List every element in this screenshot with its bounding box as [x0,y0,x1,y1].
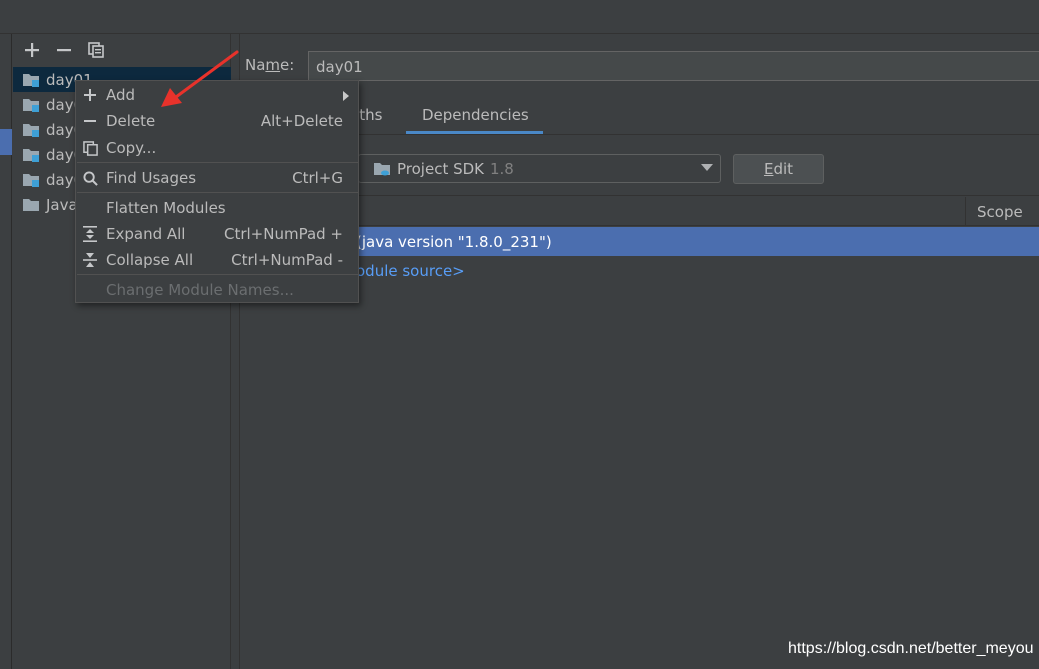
menu-item-label: Add [106,86,136,104]
active-tab-indicator [406,131,543,134]
module-folder-icon [23,123,39,137]
watermark-text: https://blog.csdn.net/better_meyou [788,640,1034,657]
table-row[interactable]: (java version "1.8.0_231") [240,227,1039,256]
menu-item-flatten-modules[interactable]: Flatten Modules [76,195,358,221]
minus-icon [57,49,71,52]
menu-item-label: Change Module Names... [106,281,294,299]
minus-icon [81,112,99,130]
add-module-button[interactable] [21,39,43,61]
menu-item-label: Collapse All [106,251,194,269]
menu-item-copy[interactable]: Copy... [76,135,358,161]
name-label-part: e: [280,56,295,74]
name-label: Name: [245,56,294,74]
left-strip-selection[interactable] [0,129,12,155]
menu-item-label: Flatten Modules [106,199,226,217]
sdk-label: Project SDK [397,159,484,178]
menu-separator [77,274,359,275]
copy-icon [81,139,99,157]
sdk-folder-icon [374,162,390,175]
tree-item-label: Java [46,195,78,214]
submenu-arrow-icon [343,91,349,101]
module-name-input[interactable]: day01 [308,51,1039,81]
menu-item-collapse-all[interactable]: Collapse All Ctrl+NumPad - [76,247,358,273]
menu-item-change-module-names: Change Module Names... [76,277,358,303]
menu-item-label: Delete [106,112,156,130]
menu-item-label: Find Usages [106,169,197,187]
module-sdk-dropdown[interactable]: Project SDK 1.8 [358,154,721,183]
name-label-mnemonic: m [265,56,281,74]
menu-item-delete[interactable]: Delete Alt+Delete [76,108,358,134]
module-source-entry[interactable]: odule source> [356,262,465,280]
menu-item-shortcut: Ctrl+NumPad + [223,225,343,243]
top-bar [0,0,1039,34]
dependencies-table-header: Scope [240,197,1039,226]
context-menu: Add Delete Alt+Delete Copy... Find Usage… [75,80,359,303]
sdk-version: 1.8 [490,159,514,178]
tab-dependencies[interactable]: Dependencies [422,106,529,124]
menu-item-find-usages[interactable]: Find Usages Ctrl+G [76,165,358,191]
module-folder-icon [23,73,39,87]
module-folder-icon [23,98,39,112]
chevron-down-icon [701,164,713,171]
edit-mnemonic: E [763,160,774,178]
sdk-row: Project SDK 1.8 Edit [240,135,1039,196]
menu-item-shortcut: Alt+Delete [260,112,343,130]
modules-toolbar [21,38,107,62]
collapse-all-icon [81,251,99,269]
menu-separator [77,192,359,193]
edit-sdk-button[interactable]: Edit [733,154,824,184]
menu-item-expand-all[interactable]: Expand All Ctrl+NumPad + [76,221,358,247]
left-category-strip [0,34,12,669]
menu-item-add[interactable]: Add [76,82,358,108]
menu-item-shortcut: Ctrl+G [292,169,343,187]
module-folder-icon [23,173,39,187]
menu-item-shortcut: Ctrl+NumPad - [231,251,343,269]
expand-all-icon [81,225,99,243]
menu-item-label: Copy... [106,139,157,157]
menu-item-label: Expand All [106,225,186,243]
edit-label: dit [773,160,794,178]
scope-column-header[interactable]: Scope [965,197,1039,226]
module-tabs: aths Dependencies [240,100,1039,135]
copy-icon [88,42,104,58]
folder-icon [23,198,39,211]
jdk-entry-text: (java version "1.8.0_231") [356,233,552,251]
name-label-part: Na [245,56,266,74]
search-icon [81,169,99,187]
plus-icon [81,86,99,104]
remove-module-button[interactable] [53,39,75,61]
menu-separator [77,162,359,163]
copy-module-button[interactable] [85,39,107,61]
module-folder-icon [23,148,39,162]
plus-icon [25,43,39,57]
